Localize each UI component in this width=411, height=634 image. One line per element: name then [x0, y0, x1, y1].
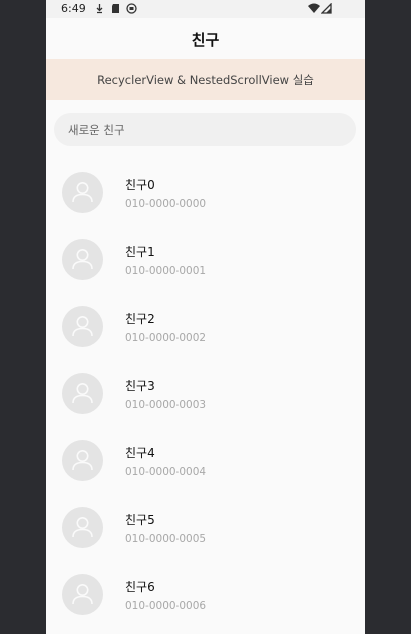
- banner: RecyclerView & NestedScrollView 실습: [46, 59, 365, 100]
- friend-list-item[interactable]: 친구0 010-0000-0000: [46, 159, 365, 226]
- app-circle-icon: [126, 3, 137, 14]
- new-friend-placeholder: 새로운 친구: [68, 123, 125, 137]
- friend-name: 친구1: [125, 245, 155, 259]
- status-time: 6:49: [61, 2, 86, 15]
- avatar-icon: [62, 507, 103, 548]
- friend-phone: 010-0000-0000: [125, 198, 207, 210]
- friend-phone: 010-0000-0003: [125, 399, 207, 411]
- friend-list-item[interactable]: 친구6 010-0000-0006: [46, 561, 365, 628]
- avatar-icon: [62, 574, 103, 615]
- friend-name: 친구0: [125, 178, 155, 192]
- app-screen: 6:49 친구 RecyclerView & NestedScrollView …: [46, 0, 365, 634]
- friend-list-item[interactable]: 친구2 010-0000-0002: [46, 293, 365, 360]
- friend-name: 친구4: [125, 446, 155, 460]
- new-friend-input[interactable]: 새로운 친구: [54, 113, 356, 146]
- avatar-icon: [62, 172, 103, 213]
- friend-name: 친구2: [125, 312, 155, 326]
- page-title: 친구: [191, 31, 220, 49]
- avatar-icon: [62, 306, 103, 347]
- status-bar: 6:49: [46, 0, 365, 18]
- avatar-icon: [62, 373, 103, 414]
- signal-icon: [321, 3, 332, 14]
- friend-phone: 010-0000-0001: [125, 265, 207, 277]
- friend-phone: 010-0000-0005: [125, 533, 207, 545]
- friend-list-item[interactable]: 친구4 010-0000-0004: [46, 427, 365, 494]
- friend-name: 친구6: [125, 580, 155, 594]
- avatar-icon: [62, 239, 103, 280]
- download-icon: [96, 4, 103, 14]
- banner-text: RecyclerView & NestedScrollView 실습: [97, 73, 314, 87]
- friend-name: 친구5: [125, 513, 155, 527]
- friend-name: 친구3: [125, 379, 155, 393]
- friend-phone: 010-0000-0004: [125, 466, 207, 478]
- friend-phone: 010-0000-0002: [125, 332, 207, 344]
- friend-list-item[interactable]: 친구1 010-0000-0001: [46, 226, 365, 293]
- friend-list-item[interactable]: 친구5 010-0000-0005: [46, 494, 365, 561]
- wifi-icon: [308, 3, 320, 13]
- friend-phone: 010-0000-0006: [125, 600, 207, 612]
- avatar-icon: [62, 440, 103, 481]
- app-bar: 친구: [46, 18, 365, 59]
- sd-card-icon: [112, 4, 119, 13]
- friend-list-item[interactable]: 친구3 010-0000-0003: [46, 360, 365, 427]
